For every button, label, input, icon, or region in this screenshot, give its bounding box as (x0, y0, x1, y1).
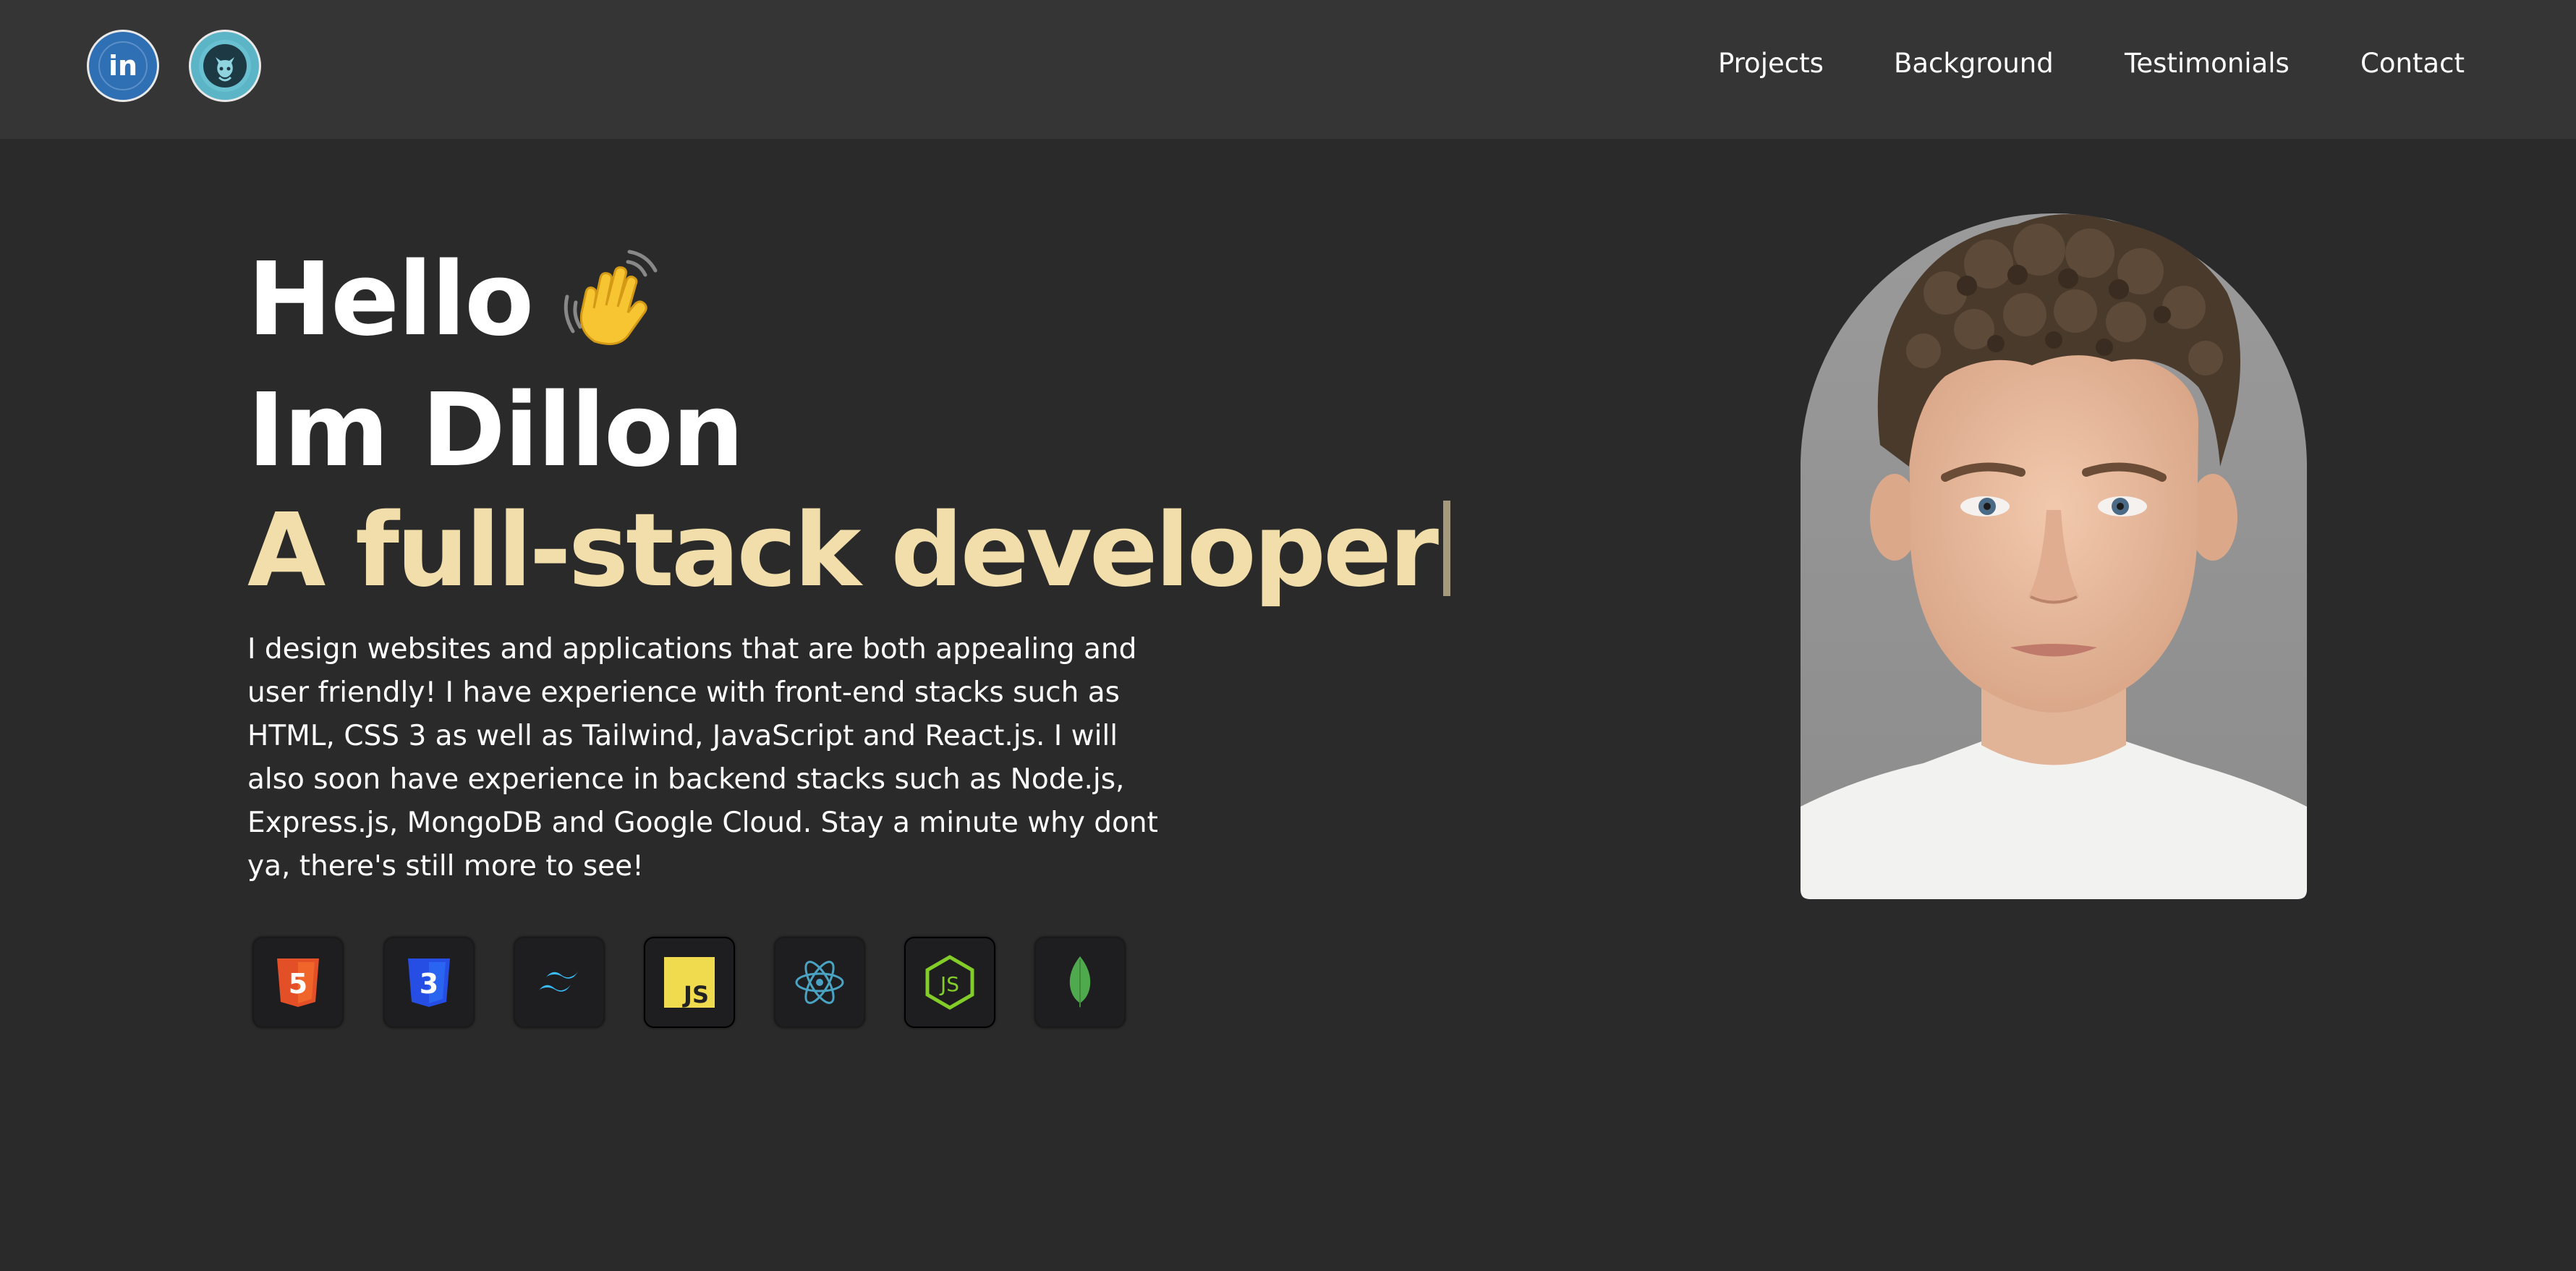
typing-cursor (1443, 501, 1451, 596)
top-navbar: in Projects Background Testimonials Cont… (0, 0, 2576, 139)
github-icon (199, 40, 251, 92)
css3-label: 3 (420, 968, 438, 1000)
waving-hand-icon (564, 250, 658, 346)
tech-css3: 3 (383, 937, 475, 1028)
javascript-icon: JS (664, 957, 715, 1008)
role-text: A full-stack developer (247, 492, 1439, 610)
css3-icon: 3 (408, 958, 450, 1007)
html5-icon: 5 (277, 958, 319, 1007)
linkedin-link[interactable]: in (87, 30, 159, 102)
html5-label: 5 (289, 968, 307, 1000)
linkedin-icon: in (98, 41, 148, 90)
hello-text: Hello (247, 241, 534, 359)
tech-react (774, 937, 865, 1028)
nodejs-label: JS (939, 972, 959, 996)
tech-nodejs: JS (904, 937, 995, 1028)
intro-paragraph: I design websites and applications that … (247, 633, 1158, 883)
name-heading: Im Dillon (247, 381, 744, 482)
mongodb-icon (1069, 956, 1091, 1008)
tailwind-icon (539, 972, 578, 992)
role-heading: A full-stack developer (247, 492, 1451, 610)
nav-contact[interactable]: Contact (2360, 48, 2465, 79)
javascript-label: JS (682, 981, 709, 1008)
react-icon (795, 961, 844, 1004)
name-text: Im Dillon (247, 372, 744, 490)
github-link[interactable] (189, 30, 261, 102)
profile-photo (1801, 213, 2307, 899)
nav-testimonials[interactable]: Testimonials (2125, 48, 2290, 79)
tech-tailwind (514, 937, 605, 1028)
tech-javascript: JS (644, 937, 735, 1028)
nav-background[interactable]: Background (1894, 48, 2054, 79)
tech-mongodb (1034, 937, 1126, 1028)
hello-heading: Hello (247, 246, 666, 354)
nodejs-icon: JS (925, 955, 974, 1010)
page: in Projects Background Testimonials Cont… (0, 0, 2576, 1271)
linkedin-glyph: in (109, 50, 137, 82)
tech-html5: 5 (252, 937, 344, 1028)
nav-projects[interactable]: Projects (1718, 48, 1824, 79)
